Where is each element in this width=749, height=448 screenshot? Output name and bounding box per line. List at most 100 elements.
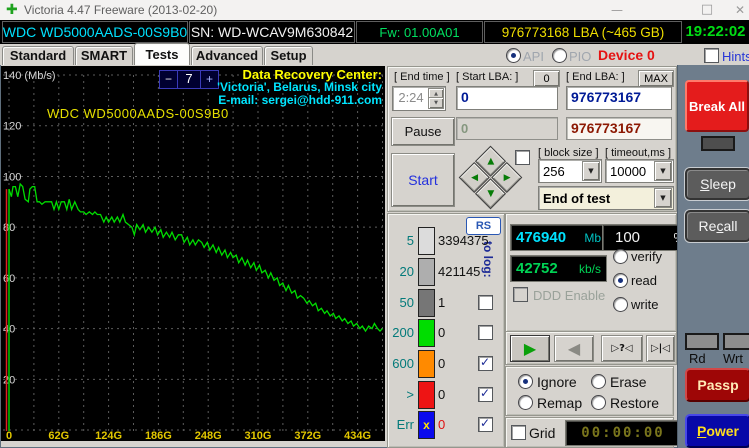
maximize-button[interactable]: □ bbox=[693, 2, 721, 18]
side-panel: Break All Sleep Recall Rd Wrt Passp Powe… bbox=[677, 65, 749, 448]
ddd-enable-label: DDD Enable bbox=[533, 288, 605, 303]
block-size-select[interactable]: 256 ▼ bbox=[538, 159, 602, 183]
verify-radio[interactable] bbox=[613, 249, 628, 264]
end-time-spinner[interactable]: 2:24 ▲ ▼ bbox=[392, 86, 446, 111]
victoria-window: ✚ Victoria 4.47 Freeware (2013-02-20) — … bbox=[0, 0, 749, 448]
step-back-button[interactable]: ◀ bbox=[554, 335, 594, 362]
latency-stats-section: RS to log: 5 3394375 20 421145 50 1 200 … bbox=[387, 213, 505, 448]
write-label: write bbox=[631, 297, 658, 312]
end-time-label: [ End time ] bbox=[394, 71, 450, 83]
restore-radio[interactable] bbox=[591, 395, 606, 410]
chevron-down-icon[interactable]: ▼ bbox=[654, 188, 672, 208]
tab-standard[interactable]: Standard bbox=[2, 46, 74, 65]
window-title: Victoria 4.47 Freeware (2013-02-20) bbox=[24, 3, 217, 17]
svg-text:186G: 186G bbox=[145, 430, 172, 441]
tab-tests[interactable]: Tests bbox=[134, 43, 190, 65]
tab-smart[interactable]: SMART bbox=[75, 46, 133, 65]
write-activity-indicator bbox=[723, 333, 749, 350]
power-label-post: ower bbox=[706, 423, 739, 439]
pause-button[interactable]: Pause bbox=[391, 117, 455, 146]
sleep-button[interactable]: Sleep bbox=[685, 168, 749, 200]
break-all-button[interactable]: Break All bbox=[685, 80, 749, 132]
end-action-select[interactable]: End of test ▼ bbox=[538, 186, 674, 210]
log-over-checkbox[interactable] bbox=[478, 387, 493, 402]
banner: Data Recovery Center: 'Victoria', Belaru… bbox=[217, 68, 382, 107]
clock: 19:22:02 bbox=[683, 21, 748, 41]
end-lba-label: [ End LBA: ] bbox=[566, 71, 625, 83]
write-radio[interactable] bbox=[613, 297, 628, 312]
recall-label-pre: Re bbox=[699, 218, 717, 234]
bucket-20-count: 421145 bbox=[438, 264, 480, 279]
nav-option-checkbox[interactable] bbox=[515, 150, 530, 165]
scale-value: 7 bbox=[178, 71, 200, 88]
timeout-value: 10000 bbox=[606, 164, 646, 179]
scale-plus-button[interactable]: + bbox=[200, 71, 218, 88]
close-button[interactable]: ✕ bbox=[726, 2, 749, 18]
end-time-value: 2:24 bbox=[393, 90, 429, 105]
elapsed-timer-value: 00:00:00 bbox=[581, 425, 664, 441]
svg-text:120: 120 bbox=[3, 121, 21, 133]
start-lba-input[interactable]: 0 bbox=[456, 86, 558, 110]
ignore-radio[interactable] bbox=[518, 374, 533, 389]
bucket-600-count: 0 bbox=[438, 356, 445, 371]
erase-radio[interactable] bbox=[591, 374, 606, 389]
log-200-checkbox[interactable] bbox=[478, 325, 493, 340]
bucket-600-swatch bbox=[418, 350, 435, 378]
recall-button[interactable]: Recall bbox=[685, 210, 749, 242]
svg-text:434G: 434G bbox=[344, 430, 371, 441]
bucket-50-swatch bbox=[418, 289, 435, 317]
ddd-enable-checkbox[interactable] bbox=[513, 287, 528, 302]
drive-serial: SN: WD-WCAV9M630842 bbox=[189, 21, 355, 43]
log-50-checkbox[interactable] bbox=[478, 295, 493, 310]
api-radio[interactable] bbox=[506, 48, 521, 63]
minimize-button[interactable]: — bbox=[603, 2, 631, 18]
end-lba-input[interactable]: 976773167 bbox=[566, 86, 672, 110]
play-button[interactable]: ▶ bbox=[510, 335, 550, 362]
bucket-200-swatch bbox=[418, 319, 435, 347]
log-600-checkbox[interactable] bbox=[478, 356, 493, 371]
wrt-label: Wrt bbox=[723, 351, 743, 366]
chevron-down-icon[interactable]: ▼ bbox=[654, 161, 672, 181]
graph-scale-spinner: − 7 + bbox=[159, 70, 219, 89]
start-lba-zero-button[interactable]: 0 bbox=[533, 70, 560, 87]
log-err-checkbox[interactable] bbox=[478, 417, 493, 432]
read-label: read bbox=[631, 273, 657, 288]
left-arrow-icon: ◀ bbox=[471, 172, 478, 182]
hints-checkbox[interactable] bbox=[704, 48, 719, 63]
power-button[interactable]: Power bbox=[685, 414, 749, 448]
remap-radio[interactable] bbox=[518, 395, 533, 410]
pio-label: PIO bbox=[569, 49, 591, 64]
start-button[interactable]: Start bbox=[391, 153, 455, 207]
timeout-select[interactable]: 10000 ▼ bbox=[605, 159, 674, 183]
chevron-down-icon[interactable]: ▼ bbox=[582, 161, 600, 181]
svg-text:372G: 372G bbox=[294, 430, 321, 441]
to-end-button[interactable]: ▷|◁ bbox=[646, 335, 675, 362]
bucket-20-swatch bbox=[418, 258, 435, 286]
position-unit: Mb bbox=[584, 231, 601, 245]
grid-checkbox[interactable] bbox=[511, 425, 526, 440]
end-time-down-button[interactable]: ▼ bbox=[428, 97, 444, 109]
svg-text:248G: 248G bbox=[195, 430, 222, 441]
bucket-50-label: 50 bbox=[388, 295, 414, 310]
api-label: API bbox=[523, 49, 544, 64]
elapsed-timer-display: 00:00:00 bbox=[565, 420, 681, 446]
scan-question-button[interactable]: ▷?◁ bbox=[601, 335, 643, 362]
drive-model: WDC WD5000AADS-00S9B0 bbox=[2, 21, 188, 43]
read-activity-indicator bbox=[685, 333, 719, 350]
max-lba-button[interactable]: MAX bbox=[638, 70, 674, 87]
scale-minus-button[interactable]: − bbox=[160, 71, 178, 88]
sleep-label-key: S bbox=[700, 176, 709, 192]
bucket-err-count: 0 bbox=[438, 417, 445, 432]
read-radio[interactable] bbox=[613, 273, 628, 288]
tab-setup[interactable]: Setup bbox=[264, 46, 313, 65]
pio-radio[interactable] bbox=[552, 48, 567, 63]
grid-timer-section: Grid 00:00:00 bbox=[505, 417, 674, 448]
speed-graph-panel: 140 (Mb/s)12010080604020062G124G186G248G… bbox=[1, 66, 385, 441]
bucket-5-label: 5 bbox=[388, 233, 414, 248]
hints-label: Hints bbox=[722, 49, 749, 64]
passp-button[interactable]: Passp bbox=[685, 368, 749, 402]
tab-advanced[interactable]: Advanced bbox=[191, 46, 263, 65]
bucket-over-count: 0 bbox=[438, 387, 445, 402]
start-lba-current: 0 bbox=[456, 117, 558, 140]
app-icon: ✚ bbox=[6, 2, 18, 18]
